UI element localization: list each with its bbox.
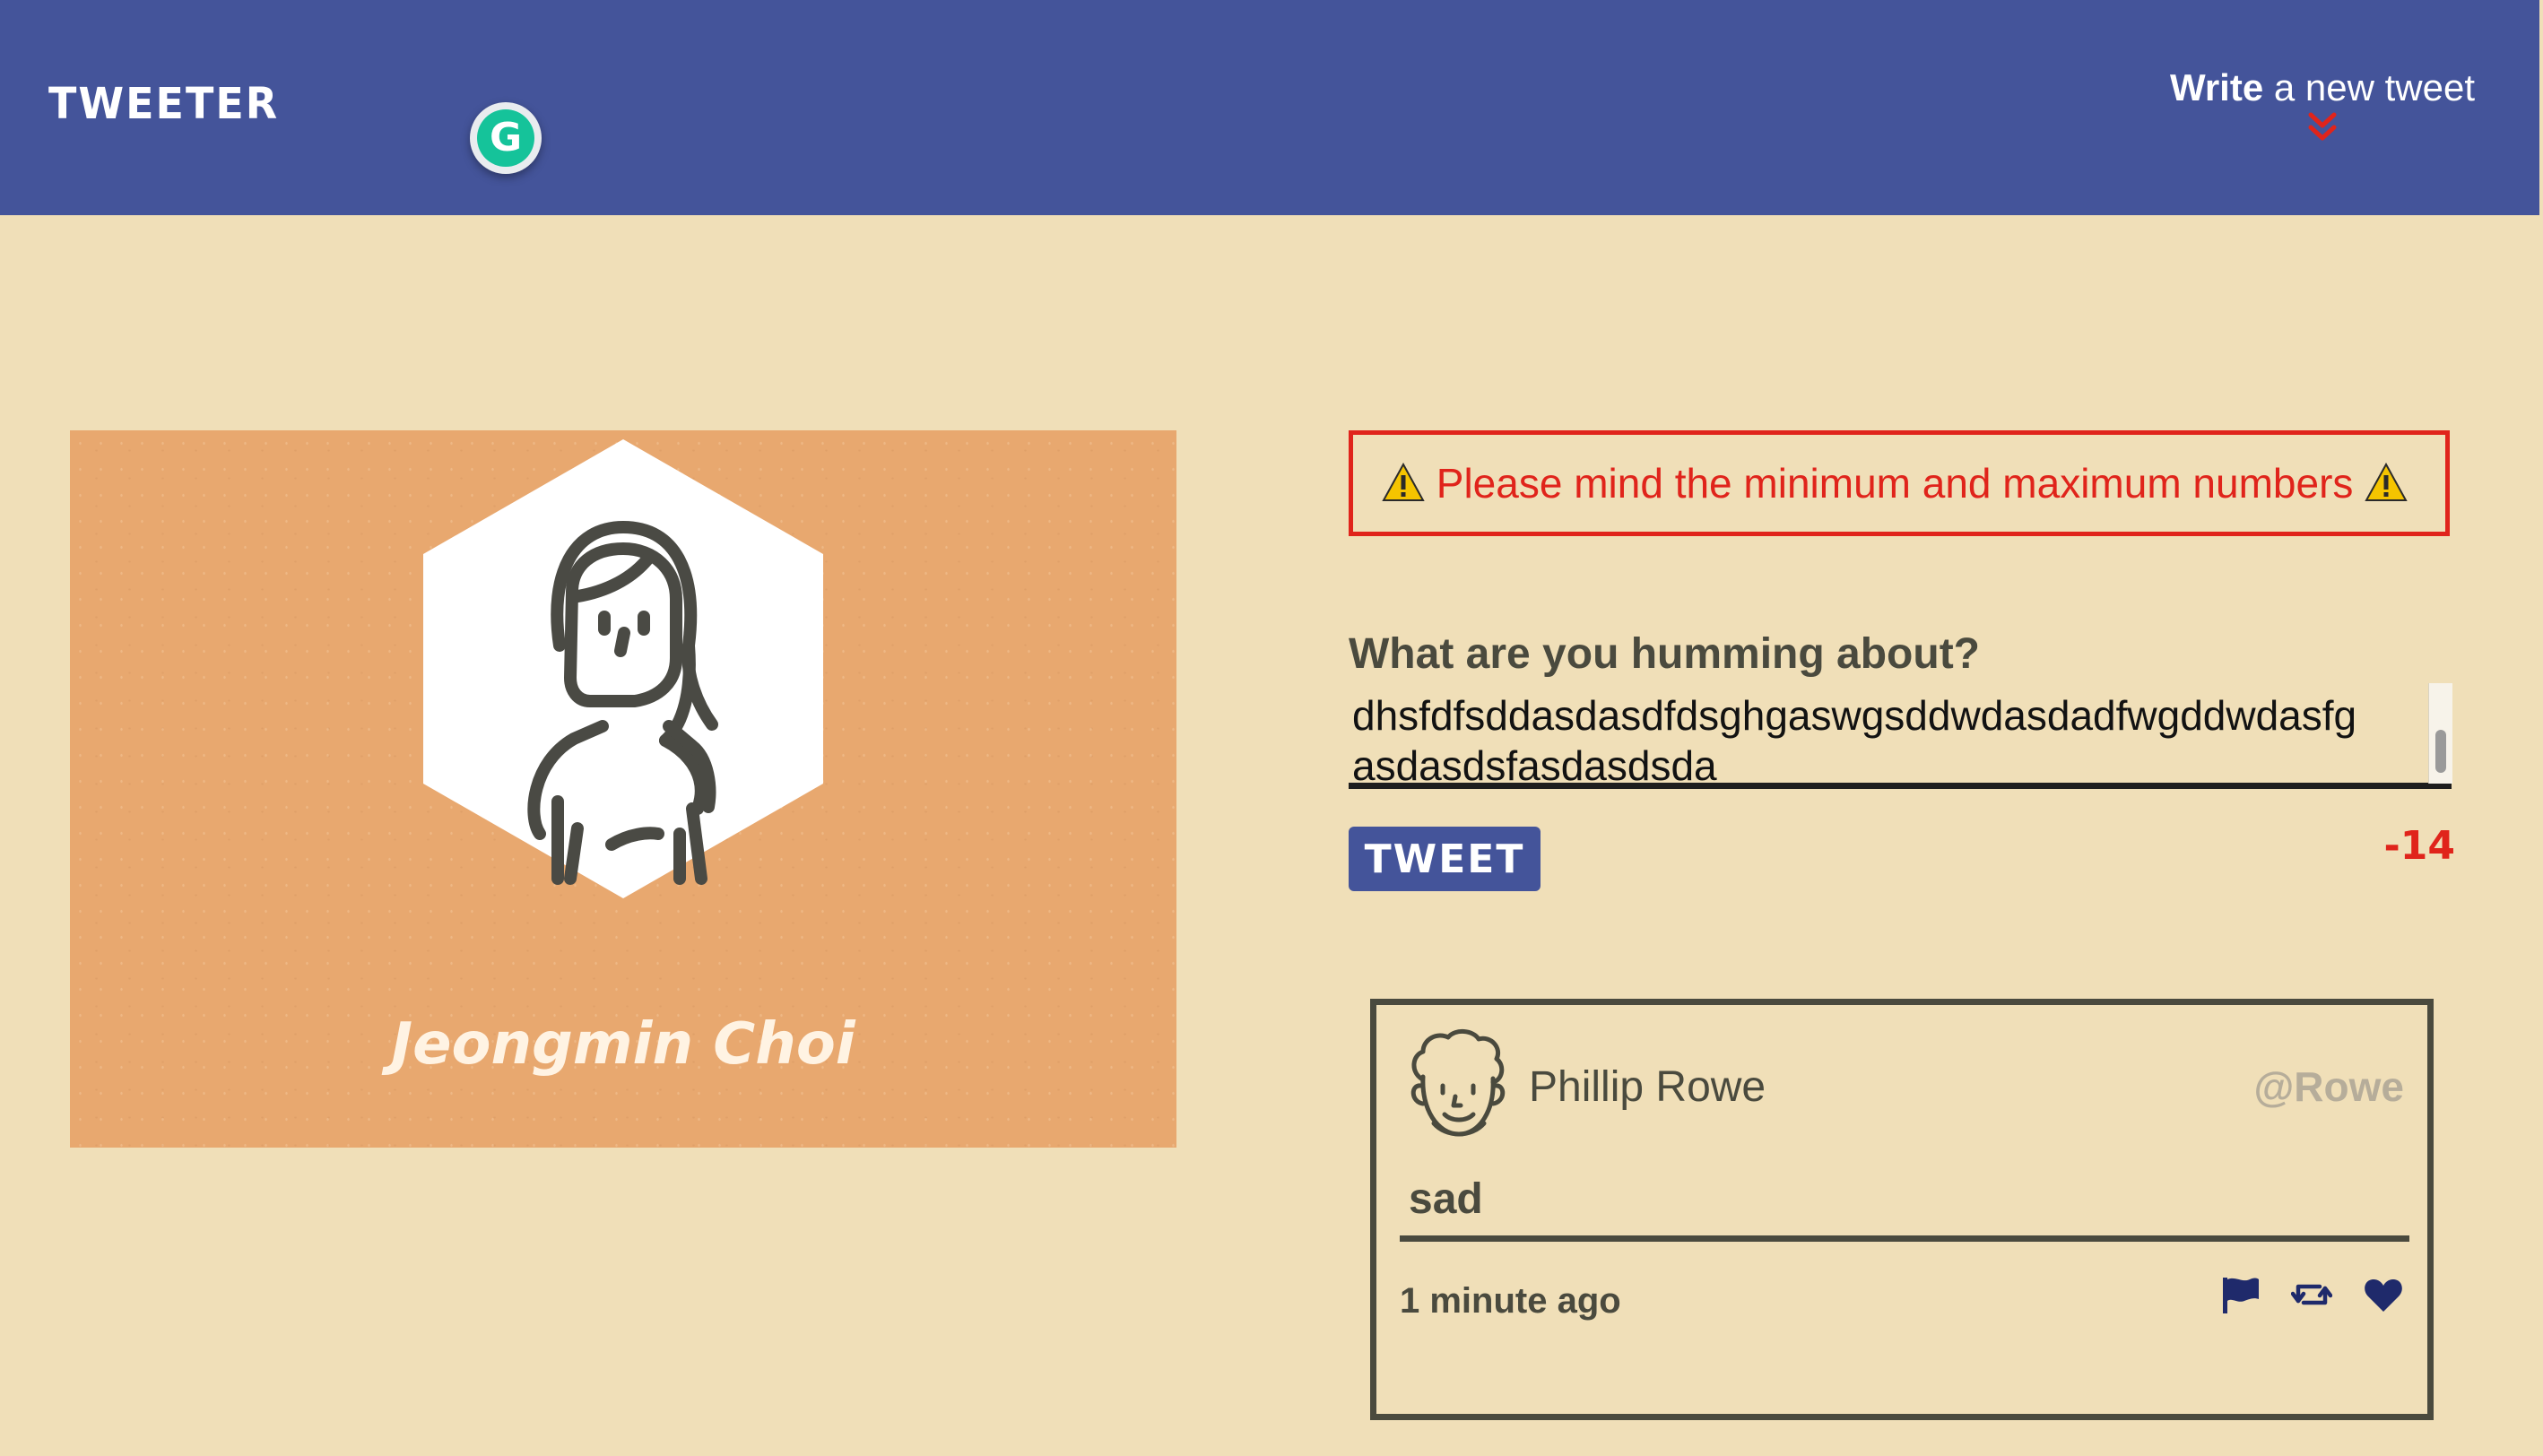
profile-avatar <box>423 439 823 898</box>
character-counter: -14 <box>2383 823 2456 869</box>
warning-icon <box>2365 462 2408 501</box>
compose-toggle-bold: Write <box>2169 66 2264 108</box>
heart-icon[interactable] <box>2363 1274 2404 1315</box>
tweet-card: Phillip Rowe @Rowe sad 1 minute ago <box>1370 999 2434 1420</box>
profile-name: Jeongmin Choi <box>391 1011 855 1078</box>
tweet-submit-button[interactable]: TWEET <box>1349 827 1541 891</box>
warning-icon <box>1382 462 1425 501</box>
brand-logo[interactable]: TWEETER <box>48 78 279 129</box>
error-text: Please mind the minimum and maximum numb… <box>1436 460 2354 507</box>
scrollbar-thumb[interactable] <box>2435 730 2446 773</box>
author-handle: @Rowe <box>2253 1063 2404 1110</box>
profile-card: Jeongmin Choi <box>70 430 1176 1148</box>
error-message: Please mind the minimum and maximum numb… <box>1349 430 2450 536</box>
tweet-textarea[interactable] <box>1349 680 2452 789</box>
author-name: Phillip Rowe <box>1529 1063 1766 1111</box>
compose-toggle-rest: a new tweet <box>2263 66 2475 108</box>
textarea-scrollbar[interactable] <box>2428 683 2452 784</box>
grammarly-glyph: G <box>477 109 534 167</box>
woman-avatar-icon <box>423 439 823 898</box>
top-nav: TWEETER G Write a new tweet <box>0 0 2539 215</box>
flag-icon[interactable] <box>2219 1274 2261 1315</box>
tweet-timestamp: 1 minute ago <box>1400 1281 1621 1321</box>
tweet-content: sad <box>1400 1170 2409 1242</box>
write-new-tweet-toggle[interactable]: Write a new tweet <box>2170 66 2475 143</box>
tweet-actions <box>2219 1274 2404 1315</box>
grammarly-icon[interactable]: G <box>470 102 542 174</box>
chevron-double-down-icon <box>2308 112 2337 141</box>
compose-label: What are you humming about? <box>1349 630 1980 678</box>
retweet-icon[interactable] <box>2291 1274 2332 1315</box>
man-avatar-icon <box>1410 1029 1506 1137</box>
